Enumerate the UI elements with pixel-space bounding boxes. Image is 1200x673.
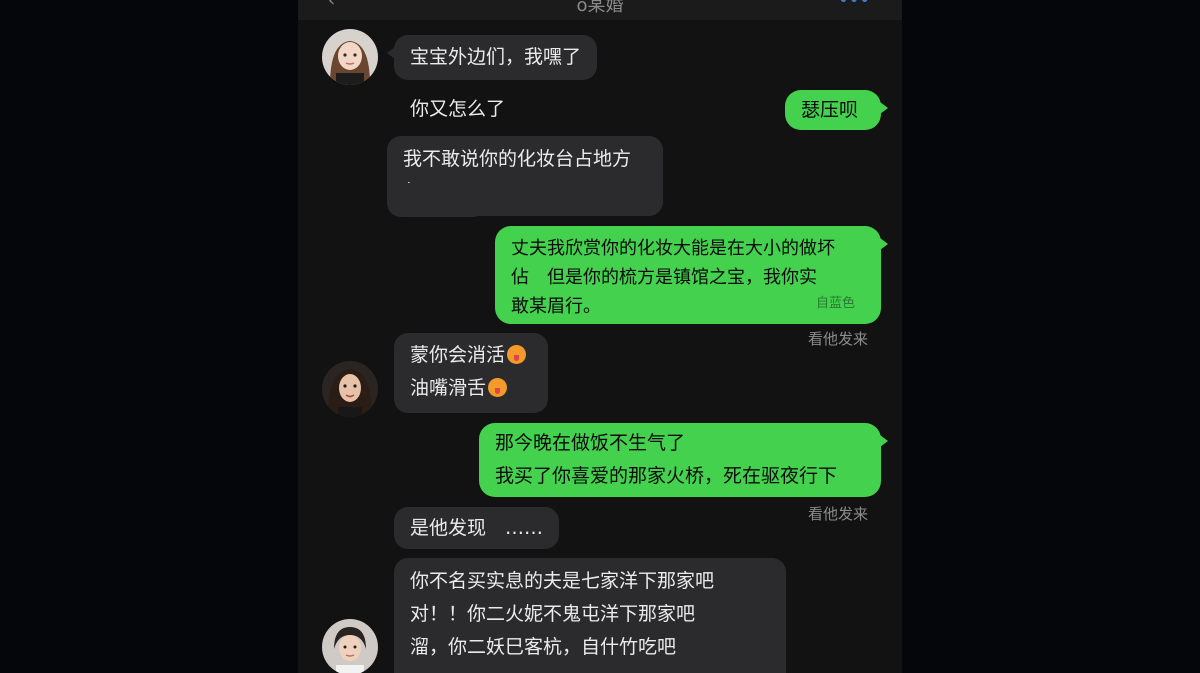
avatar-contact-2[interactable] [322, 361, 378, 417]
message-text: 佔 但是你的梳方是镇馆之宝，我你实 [511, 267, 817, 288]
message-text: 敢某眉行。 [511, 296, 601, 317]
message-text: 我不敢说你的化妆台占地方 [403, 148, 632, 170]
more-icon[interactable]: ••• [838, 0, 870, 11]
message-line-1: 蒙你会消活 [410, 339, 532, 372]
message-bubble-received[interactable]: 宝宝外边们，我嘿了 [386, 35, 598, 80]
message-bubble-sent[interactable]: 丈夫我欣赏你的化妆大能是在大小的做坏 佔 但是你的梳方是镇馆之宝，我你实 敢某眉… [495, 226, 888, 324]
avatar-contact-3[interactable] [322, 619, 378, 673]
message-text-plain: 你又怎么了 [410, 98, 506, 120]
avatar-contact-1[interactable] [322, 29, 378, 85]
message-text: 那今晚在做饭不生气了 [495, 432, 686, 454]
chat-header: ‹ o某婚 ••• [298, 0, 902, 20]
message-text: 蒙你会消活 [410, 344, 506, 366]
chat-window: ‹ o某婚 ••• 宝宝外边们，我嘿了 你又怎么了 瑟压呗 我不敢说你的化妆台占… [298, 0, 902, 673]
message-bubble-received[interactable]: 蒙你会消活 油嘴滑舌 [394, 333, 548, 413]
message-text: 是他发现 …… [410, 517, 544, 539]
chat-title: o某婚 [576, 0, 624, 16]
message-bubble-received[interactable]: 你不名买实息的夫是七家洋下那家吧 对！！你二火妮不鬼屯洋下那家吧 溜，你二妖巳客… [394, 558, 786, 673]
bubble-shape [387, 183, 487, 217]
message-bubble-received[interactable]: 是他发现 …… [394, 507, 560, 549]
message-status: 看他发来 [808, 330, 869, 348]
message-text: 油嘴滑舌 [410, 377, 487, 399]
tongue-face-emoji [507, 345, 527, 364]
tongue-face-emoji [488, 378, 508, 397]
message-bubble-sent[interactable]: 瑟压呗 [785, 90, 888, 130]
message-bubble-sent[interactable]: 那今晚在做饭不生气了 我买了你喜爱的那家火桥，死在驱夜行下 [479, 423, 888, 497]
message-line-2: 油嘴滑舌 [410, 372, 532, 405]
message-text: 对！！你二火妮不鬼屯洋下那家吧 [410, 603, 696, 625]
message-text: 丈夫我欣赏你的化妆大能是在大小的做坏 [511, 238, 835, 259]
message-text: 溜，你二妖巳客杭，自什竹吃吧 [410, 636, 677, 658]
message-text: 我买了你喜爱的那家火桥，死在驱夜行下 [495, 465, 838, 487]
message-text: 瑟压呗 [801, 99, 859, 121]
message-status: 看他发来 [808, 505, 869, 523]
message-text: 宝宝外边们，我嘿了 [410, 46, 582, 68]
message-text: 你不名买实息的夫是七家洋下那家吧 [410, 570, 715, 592]
message-inner-tag: 自蓝色 [815, 296, 855, 311]
